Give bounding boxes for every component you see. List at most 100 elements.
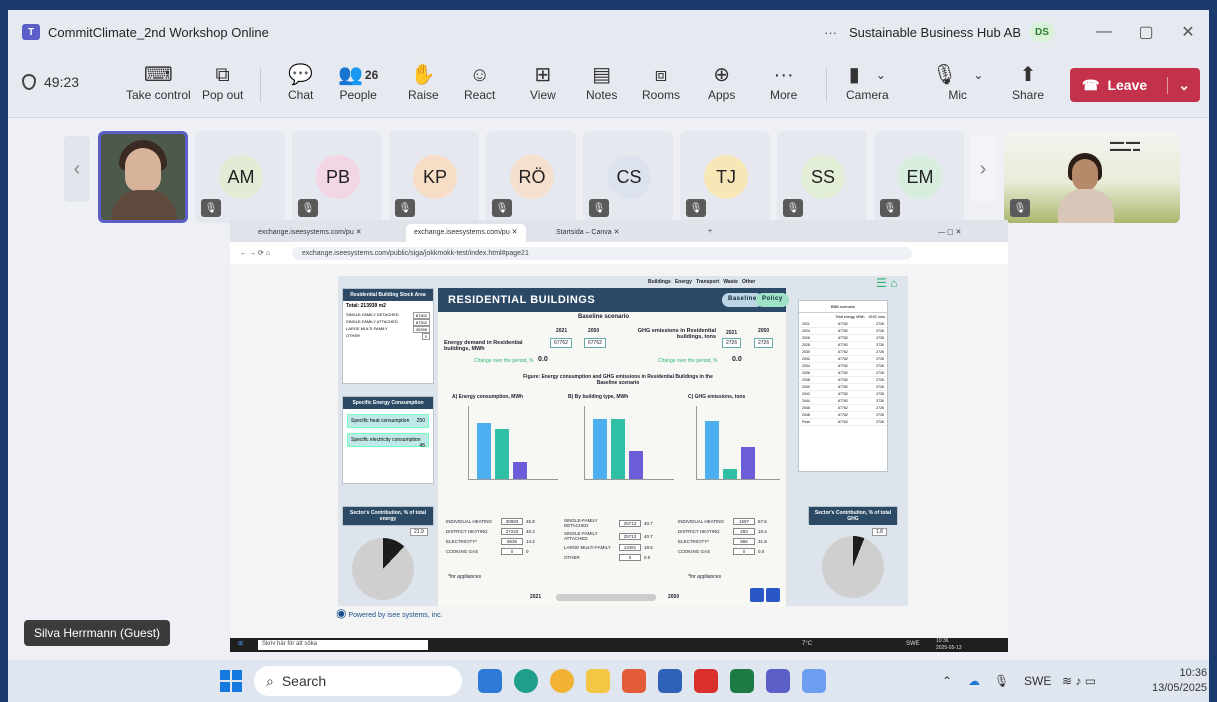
folder-icon[interactable] (586, 669, 610, 693)
tray-chevron-up-icon[interactable]: ⌃ (942, 660, 952, 702)
nav-waste[interactable]: Waste (723, 279, 738, 285)
chevron-down-icon[interactable]: ⌄ (876, 62, 886, 88)
onedrive-icon[interactable]: ☁ (968, 660, 980, 702)
raise-hand-button[interactable]: ✋ Raise (408, 62, 439, 102)
bar-single-attached (611, 419, 625, 479)
table-cell: 2726 (876, 413, 884, 417)
user-avatar[interactable]: DS (1029, 22, 1055, 42)
windows-start-icon[interactable]: ⊞ (238, 640, 243, 647)
specific-energy-title: Specific Energy Consumption (343, 397, 433, 409)
meeting-timer: 49:23 (22, 74, 79, 90)
chevron-down-icon[interactable]: ⌄ (1167, 76, 1190, 94)
react-button[interactable]: ☺ React (464, 62, 495, 102)
table-cell: 2726 (876, 392, 884, 396)
language-indicator[interactable]: SWE (1024, 660, 1051, 702)
breakdown-row: COOKING GAS 0 0 (446, 548, 556, 555)
policy-button[interactable]: Policy (756, 293, 789, 307)
taskbar-search[interactable]: ⌕ Search (254, 666, 462, 696)
play-icon[interactable] (766, 588, 780, 602)
mic-muted-icon: 🎙 (201, 199, 221, 217)
pop-out-button[interactable]: ⧉ Pop out (202, 62, 243, 102)
wifi-volume-battery-icon[interactable]: ≋ ♪ ▭ (1062, 660, 1096, 702)
participant-tile[interactable]: AM 🎙 (195, 131, 285, 223)
table-cell: 2044 (802, 399, 810, 403)
table-cell: 2726 (876, 385, 884, 389)
more-options-icon[interactable]: ··· (824, 25, 837, 40)
acrobat-icon[interactable] (694, 669, 718, 693)
sector-ghg-panel: Sector's Contribution, % of total GHG (808, 506, 898, 525)
apps-button[interactable]: ⊕ Apps (708, 62, 735, 102)
camera-button[interactable]: ▮ ⌄ Camera (846, 62, 889, 102)
more-button[interactable]: ··· More (770, 62, 797, 102)
restore-button[interactable]: ▢ (1125, 22, 1167, 42)
nav-transport[interactable]: Transport (696, 279, 719, 285)
window-controls[interactable]: — ▢ ✕ (930, 224, 969, 242)
participant-tile[interactable]: CS 🎙 (583, 131, 673, 223)
share-button[interactable]: ⬆ Share (1012, 62, 1044, 102)
participant-tile[interactable]: SS 🎙 (777, 131, 867, 223)
year-slider[interactable] (556, 594, 656, 601)
remote-search-field[interactable]: Skriv här för att söka (258, 640, 428, 650)
breakdown-row: ELECTRICITY* 866 31.8 (678, 538, 782, 545)
table-cell: 2038 (802, 378, 810, 382)
url-field[interactable]: exchange.iseesystems.com/public/siga/jok… (292, 246, 912, 260)
organization-name[interactable]: Sustainable Business Hub AB (849, 25, 1021, 40)
word-icon[interactable] (658, 669, 682, 693)
ghg-year-2050: 2050 (758, 328, 770, 334)
mic-muted-icon[interactable]: 🎙 (994, 660, 1009, 702)
chevron-down-icon[interactable]: ⌄ (973, 62, 983, 88)
powerpoint-icon[interactable] (622, 669, 646, 693)
chrome-icon[interactable] (550, 669, 574, 693)
browser-tab[interactable]: Startsida – Canva ✕ (548, 224, 698, 242)
nav-arrows-icon[interactable]: ← → ⟳ ⌂ (240, 249, 270, 257)
outlook-icon[interactable] (802, 669, 826, 693)
presenter-video-tile[interactable]: ▬▬ ▬▬ ▬▬▬ ▬ 🎙 (1004, 131, 1180, 223)
breakdown-label: COOKING GAS (446, 549, 479, 554)
breakdown-row: ELECTRICITY* 9636 14.2 (446, 538, 556, 545)
home-icon[interactable]: ☰ ⌂ (876, 276, 897, 290)
close-button[interactable]: ✕ (1167, 22, 1209, 42)
participant-tile[interactable]: EM 🎙 (874, 131, 964, 223)
teams-icon[interactable] (766, 669, 790, 693)
participant-tile[interactable]: RÖ 🎙 (486, 131, 576, 223)
chevron-left-icon[interactable]: ‹ (64, 136, 90, 202)
browser-tab-active[interactable]: exchange.iseesystems.com/pu ✕ (406, 224, 526, 242)
chevron-right-icon[interactable]: › (970, 136, 996, 202)
nav-buildings[interactable]: Buildings (648, 279, 671, 285)
breakdown-value: 25713 (619, 532, 641, 540)
participant-tile[interactable]: KP 🎙 (389, 131, 479, 223)
participant-tile[interactable]: TJ 🎙 (680, 131, 770, 223)
windows-start-icon[interactable] (220, 670, 242, 692)
participant-video-tile[interactable] (98, 131, 188, 223)
rooms-button[interactable]: ⧈ Rooms (642, 62, 680, 102)
edge-icon[interactable] (514, 669, 538, 693)
table-row: Final 67762 2726 (799, 419, 887, 426)
minimize-button[interactable]: — (1083, 23, 1125, 41)
browser-tab[interactable]: exchange.iseesystems.com/pu ✕ (250, 224, 370, 242)
shared-screen[interactable]: exchange.iseesystems.com/pu ✕ exchange.i… (230, 220, 1008, 652)
notes-button[interactable]: ▤ Notes (586, 62, 617, 102)
table-cell: 2048 (802, 413, 810, 417)
people-button[interactable]: 👥 26 People (338, 62, 378, 102)
toolbar-divider (260, 68, 261, 102)
slider-end-year: 2050 (668, 594, 680, 600)
nav-energy[interactable]: Energy (675, 279, 692, 285)
table-cell: 2726 (876, 371, 884, 375)
leave-button[interactable]: ☎ Leave ⌄ (1070, 68, 1200, 102)
participant-tile[interactable]: PB 🎙 (292, 131, 382, 223)
nav-other[interactable]: Other (742, 279, 755, 285)
take-control-button[interactable]: ⌨ Take control (126, 62, 191, 102)
participant-avatar: EM (898, 155, 942, 199)
view-button[interactable]: ⊞ View (530, 62, 556, 102)
breakdown-label: SINGLE-FAMILY ATTACHED (564, 531, 598, 541)
excel-icon[interactable] (730, 669, 754, 693)
chat-button[interactable]: 💬 Chat (288, 62, 313, 102)
new-tab-button[interactable]: + (700, 224, 720, 242)
file-explorer-icon[interactable] (478, 669, 502, 693)
taskbar-clock[interactable]: 10:36 13/05/2025 (1152, 666, 1207, 696)
mic-button[interactable]: 🎙 ⌄ Mic (932, 62, 983, 102)
breakdown-row: DISTRICT HEATING 27232 40.2 (446, 528, 556, 535)
breakdown-value: 30983 (501, 518, 523, 525)
pause-icon[interactable] (750, 588, 764, 602)
powered-by-logo[interactable]: ◉ Powered by isee systems, inc. (336, 606, 443, 620)
